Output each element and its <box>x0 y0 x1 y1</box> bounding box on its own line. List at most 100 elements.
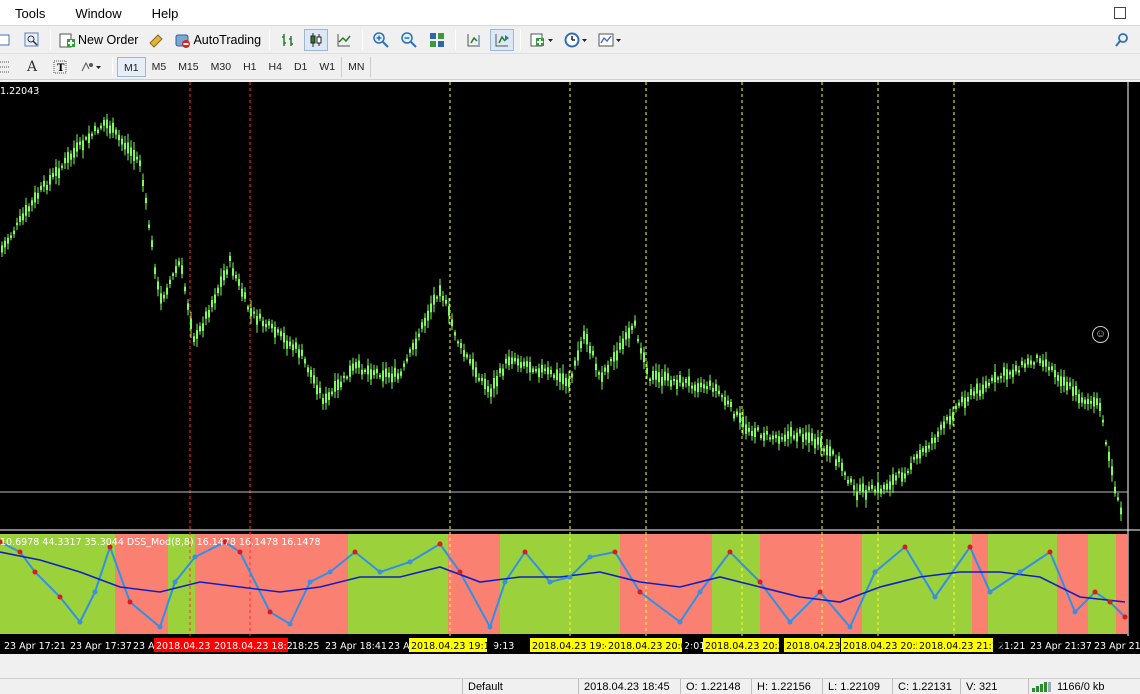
connection-status[interactable]: 1166/0 kb <box>1032 681 1105 693</box>
dss-dot <box>967 544 973 550</box>
candle-body <box>1066 381 1068 391</box>
candle-body <box>697 383 699 393</box>
status-profile[interactable]: Default <box>468 681 503 693</box>
dss-dot <box>697 589 703 595</box>
new-order-icon <box>59 33 75 47</box>
connection-bars-icon <box>1032 682 1051 692</box>
candle-body <box>295 342 297 349</box>
candle-body <box>724 396 726 406</box>
candle-body <box>70 153 72 160</box>
candle-body <box>889 481 891 490</box>
candle-body <box>538 368 540 378</box>
window-restore-icon[interactable] <box>1114 7 1126 19</box>
text-label-icon[interactable]: T <box>48 56 72 78</box>
candle-body <box>841 462 843 471</box>
candle-body <box>631 325 633 330</box>
time-axis-labels: 23 Apr 17:21 23 Apr 17:37 23 A 18:25 23 Apr … <box>4 638 1140 652</box>
menu-tools[interactable]: Tools <box>0 0 60 26</box>
chart-shift-icon[interactable] <box>462 29 486 51</box>
candle-body <box>331 391 333 395</box>
timeframe-mn[interactable]: MN <box>341 56 372 77</box>
candle-body <box>547 367 549 375</box>
timeframe-d1[interactable]: D1 <box>288 57 313 77</box>
price-chart-canvas[interactable] <box>0 82 1140 636</box>
bar-chart-icon[interactable] <box>276 29 300 51</box>
periods-clock-icon[interactable] <box>561 29 591 51</box>
candle-body <box>619 342 621 350</box>
tile-windows-icon[interactable] <box>425 29 449 51</box>
candle-body <box>430 303 432 313</box>
time-label: 23 Apr 17:21 <box>4 641 66 652</box>
candle-body <box>67 152 69 163</box>
zoom-out-icon[interactable] <box>397 29 421 51</box>
dss-dot <box>567 574 573 580</box>
candle-body <box>196 330 198 339</box>
metaeditor-icon[interactable] <box>144 29 168 51</box>
autotrading-button[interactable]: AutoTrading <box>170 29 265 51</box>
timeframe-w1[interactable]: W1 <box>313 57 341 77</box>
strategy-tester-icon[interactable] <box>20 29 44 51</box>
candle-body <box>505 358 507 364</box>
timeframe-m1[interactable]: M1 <box>117 56 146 77</box>
dss-dot <box>172 579 178 585</box>
candle-body <box>16 222 18 226</box>
candle-body <box>154 267 156 274</box>
candle-body <box>361 369 363 375</box>
dss-dot <box>1017 569 1023 575</box>
candle-body <box>388 372 390 378</box>
candle-body <box>499 368 501 374</box>
candle-body <box>1012 369 1014 377</box>
candle-body <box>565 377 567 387</box>
timeframe-m30[interactable]: M30 <box>205 57 237 77</box>
timeframe-h1[interactable]: H1 <box>237 57 262 77</box>
candle-body <box>979 390 981 397</box>
templates-icon[interactable] <box>595 29 625 51</box>
candle-body <box>367 365 369 375</box>
candle-body <box>1003 367 1005 376</box>
candle-body <box>157 281 159 290</box>
candle-body <box>667 373 669 381</box>
navigator-icon[interactable] <box>0 29 16 51</box>
candle-body <box>268 321 270 326</box>
chart-window[interactable]: 1.22043 10.6978 44.3317 35.3044 DSS_Mod(… <box>0 82 1140 656</box>
candle-body <box>940 424 942 430</box>
candle-body <box>1078 394 1080 404</box>
candle-body <box>577 350 579 361</box>
search-icon[interactable] <box>1110 29 1134 51</box>
text-tool-icon[interactable]: A <box>20 56 44 78</box>
candle-body <box>592 350 594 356</box>
line-chart-icon[interactable] <box>332 29 356 51</box>
auto-scroll-icon[interactable] <box>490 28 515 51</box>
indicators-icon[interactable] <box>527 29 557 51</box>
arrows-icon[interactable] <box>76 56 106 78</box>
new-order-button[interactable]: New Order <box>55 29 142 51</box>
dss-dot <box>872 569 878 575</box>
candlestick-chart-icon[interactable] <box>304 28 329 51</box>
status-volume: V: 321 <box>966 681 998 693</box>
candle-body <box>58 168 60 179</box>
candle-body <box>403 363 405 367</box>
candle-body <box>640 348 642 354</box>
candle-body <box>217 287 219 294</box>
fibonacci-icon[interactable] <box>0 56 16 78</box>
zoom-in-icon[interactable] <box>369 29 393 51</box>
menu-help[interactable]: Help <box>137 0 194 26</box>
candle-body <box>214 294 216 304</box>
candle-body <box>52 172 54 178</box>
candle-body <box>328 392 330 400</box>
candle-body <box>352 363 354 371</box>
candle-body <box>418 333 420 337</box>
candle-body <box>1108 451 1110 461</box>
candle-body <box>835 459 837 466</box>
candle-body <box>1117 497 1119 501</box>
timeframe-m5[interactable]: M5 <box>146 57 173 77</box>
candle-body <box>589 345 591 354</box>
candle-body <box>22 213 24 221</box>
candle-body <box>574 360 576 366</box>
candle-body <box>541 364 543 373</box>
menu-window[interactable]: Window <box>60 0 136 26</box>
timeframe-h4[interactable]: H4 <box>263 57 288 77</box>
timeframe-m15[interactable]: M15 <box>172 57 204 77</box>
time-label: 23 Apr 18:41 <box>325 641 387 652</box>
dss-dot <box>327 569 333 575</box>
